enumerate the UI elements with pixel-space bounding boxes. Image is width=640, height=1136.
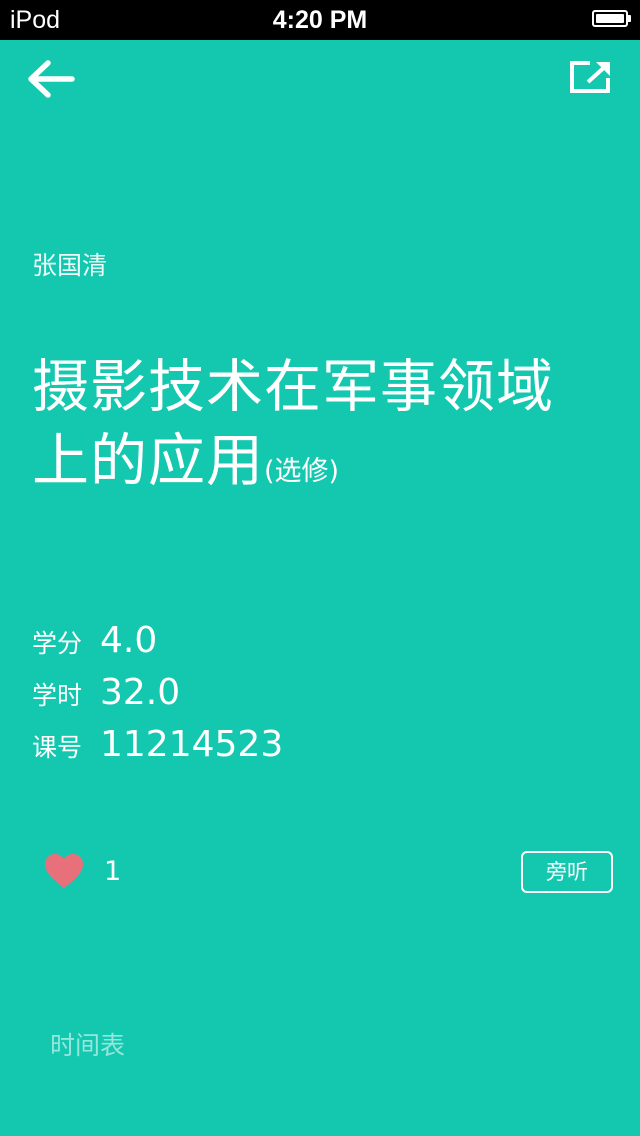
battery-tip [628, 15, 631, 22]
like-count: 1 [104, 856, 122, 887]
share-button[interactable] [564, 56, 616, 98]
hours-row: 学时 32.0 [32, 672, 180, 724]
course-detail-screen: iPod 4:20 PM 张国清 摄影技术在军事领域上的应用(选修) 学分 4.… [0, 0, 640, 1136]
hours-value: 32.0 [100, 672, 181, 713]
arrow-left-icon [28, 60, 75, 98]
course-number-value: 11214523 [100, 724, 284, 765]
course-title: 摄影技术在军事领域上的应用(选修) [32, 350, 608, 509]
like-button[interactable] [44, 854, 84, 890]
back-button[interactable] [22, 56, 78, 102]
audit-button[interactable]: 旁听 [521, 851, 613, 893]
battery-full-icon [592, 10, 628, 27]
share-external-icon [570, 61, 610, 93]
credit-label: 学分 [32, 629, 83, 658]
battery-level [596, 14, 624, 23]
credit-row: 学分 4.0 [32, 620, 157, 672]
course-type-label: (选修) [264, 456, 340, 487]
status-bar: iPod 4:20 PM [0, 0, 640, 40]
course-number-label: 课号 [32, 733, 83, 762]
credit-value: 4.0 [100, 620, 158, 661]
status-time: 4:20 PM [272, 6, 368, 34]
teacher-name: 张国清 [32, 251, 108, 280]
schedule-link[interactable]: 时间表 [50, 1028, 125, 1064]
course-number-row: 课号 11214523 [32, 724, 283, 776]
hours-label: 学时 [32, 681, 83, 710]
heart-icon [45, 854, 83, 888]
